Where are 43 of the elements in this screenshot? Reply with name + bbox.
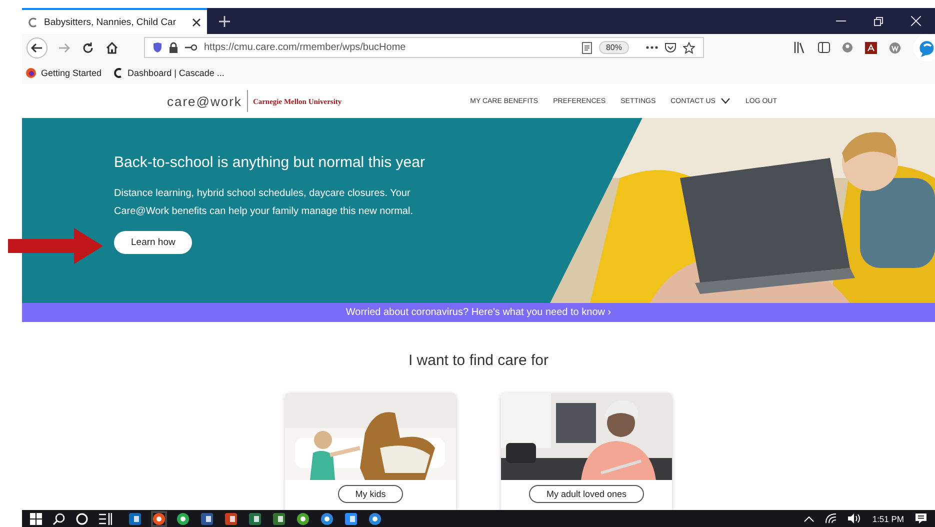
restore-icon[interactable] xyxy=(874,17,883,26)
windows-icon[interactable] xyxy=(30,512,42,524)
reload-icon[interactable] xyxy=(82,42,94,54)
care-option-button[interactable]: My kids xyxy=(338,485,403,503)
url-text: https://cmu.care.com/rmember/wps/bucHome xyxy=(204,42,406,53)
learn-how-button[interactable]: Learn how xyxy=(114,231,192,254)
task-view-icon[interactable] xyxy=(99,512,112,524)
lock-icon xyxy=(169,42,178,53)
account-icon[interactable] xyxy=(842,42,853,53)
back-icon[interactable] xyxy=(26,36,48,58)
crescent-icon xyxy=(112,68,123,78)
new-tab-icon[interactable] xyxy=(219,16,230,27)
bookmark-link[interactable]: Getting Started xyxy=(41,68,102,78)
tab-title: Babysitters, Nannies, Child Car xyxy=(44,16,177,28)
bookmark-link[interactable]: Dashboard | Cascade ... xyxy=(128,68,224,78)
wifi-icon[interactable] xyxy=(825,513,838,524)
search-icon[interactable] xyxy=(53,512,65,524)
section-title: I want to find care for xyxy=(408,352,549,369)
coronavirus-link[interactable]: Worried about coronavirus? Here's what you need to know › xyxy=(22,303,935,322)
chat-icon[interactable] xyxy=(913,34,935,62)
caret-icon[interactable] xyxy=(804,516,814,522)
more-icon[interactable] xyxy=(646,46,658,49)
home-icon[interactable] xyxy=(106,42,118,54)
shield-icon xyxy=(153,42,162,53)
star-icon[interactable] xyxy=(683,42,695,54)
reader-icon[interactable] xyxy=(582,42,592,54)
chevron-icon[interactable] xyxy=(721,98,730,104)
sidebar-icon[interactable] xyxy=(818,42,830,53)
notification-icon[interactable] xyxy=(915,513,927,524)
clock[interactable]: 1:51 PM xyxy=(872,514,904,524)
browser-tab[interactable]: Babysitters, Nannies, Child Car xyxy=(22,8,207,34)
hero-title: Back-to-school is anything but normal this year xyxy=(114,154,426,171)
hero-text: Distance learning, hybrid school schedules, daycare closures. Your Care@Work benefits can help your family manage this new normal. xyxy=(114,187,414,219)
volume-icon[interactable] xyxy=(848,513,862,524)
zoom-level[interactable]: 80% xyxy=(598,41,629,54)
library-icon[interactable] xyxy=(794,42,806,53)
site-icon xyxy=(28,16,39,28)
address-bar[interactable]: https://cmu.care.com/rmember/wps/bucHome 80% xyxy=(144,37,704,58)
careatwork-logo[interactable]: care@work xyxy=(167,94,242,108)
close-icon[interactable] xyxy=(192,18,201,26)
care-option-button[interactable]: My adult loved ones xyxy=(529,485,644,503)
key-icon xyxy=(185,44,197,51)
pocket-icon[interactable] xyxy=(665,42,676,52)
